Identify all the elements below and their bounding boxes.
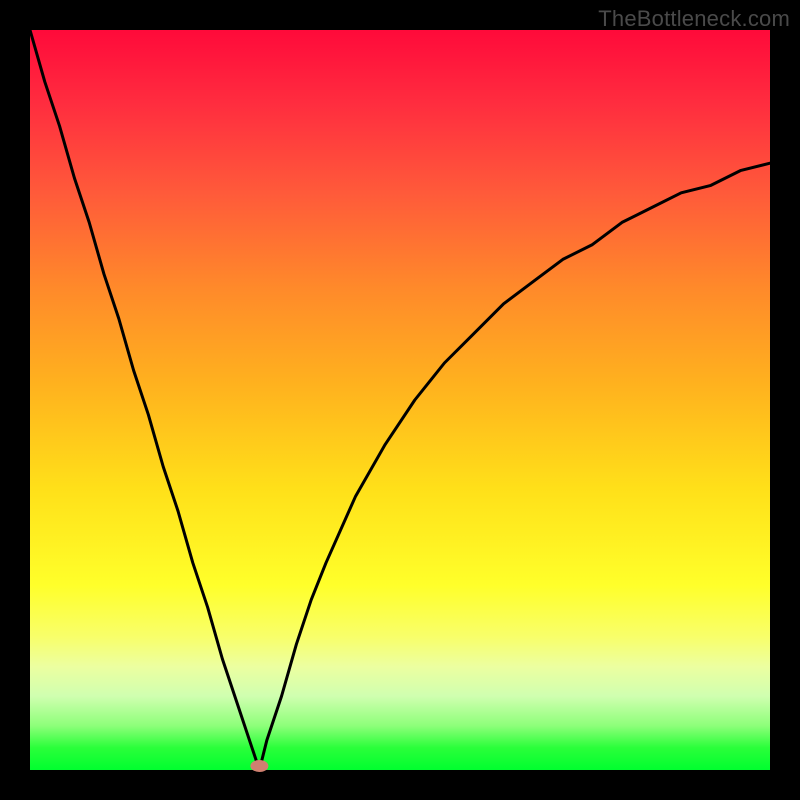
bottleneck-curve: [30, 30, 770, 770]
chart-frame: TheBottleneck.com: [0, 0, 800, 800]
curve-svg: [30, 30, 770, 770]
plot-area: [30, 30, 770, 770]
minimum-marker: [250, 760, 268, 772]
watermark-label: TheBottleneck.com: [598, 6, 790, 32]
